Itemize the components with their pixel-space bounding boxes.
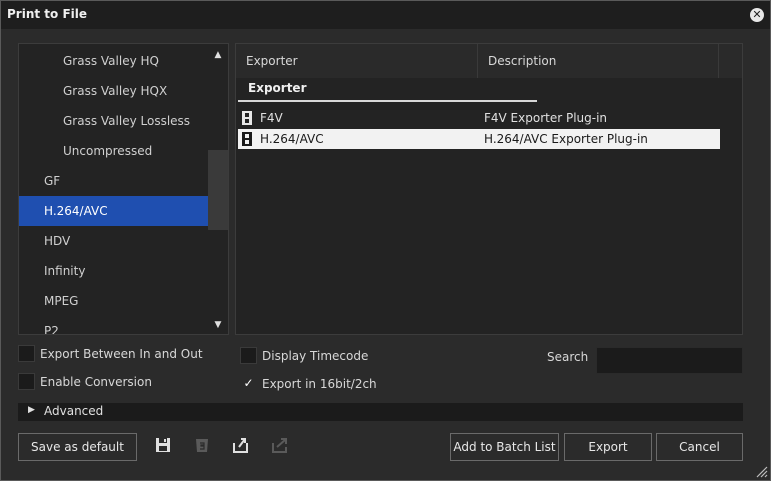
title-bar: Print to File ✕ [1,1,770,29]
exporter-description-cell: F4V Exporter Plug-in [484,111,608,125]
export-16bit-2ch-label: Export in 16bit/2ch [262,377,377,391]
window-title: Print to File [7,7,88,21]
import-preset-icon[interactable] [231,435,251,455]
display-timecode-label: Display Timecode [262,349,369,363]
save-as-default-button[interactable]: Save as default [18,433,137,461]
grid-header: Exporter Description [236,44,742,78]
export-between-in-out-label: Export Between In and Out [40,347,203,361]
column-header-exporter[interactable]: Exporter [236,44,478,78]
advanced-label: Advanced [44,404,104,418]
advanced-expander[interactable]: ▶ Advanced [18,403,743,421]
close-icon[interactable]: ✕ [750,8,764,22]
format-list-item[interactable]: Grass Valley HQ [19,46,208,76]
add-to-batch-list-button[interactable]: Add to Batch List [450,433,559,461]
film-strip-icon [242,132,252,146]
format-list[interactable]: Grass Valley HQ Grass Valley HQX Grass Val… [18,43,229,335]
export-preset-icon [270,435,290,455]
search-label: Search [547,350,589,364]
group-label-exporter: Exporter [248,81,307,95]
cancel-button[interactable]: Cancel [656,433,743,461]
export-between-in-out-checkbox[interactable] [18,345,35,362]
search-input[interactable] [596,347,743,374]
expand-triangle-icon: ▶ [28,405,35,415]
exporter-name-cell: H.264/AVC [260,132,324,146]
format-list-item[interactable]: P2 [19,316,208,334]
delete-preset-icon [192,435,212,455]
resize-grip-icon[interactable] [754,464,768,478]
save-icon[interactable] [153,435,173,455]
format-list-item[interactable]: Grass Valley Lossless [19,106,208,136]
exporter-row[interactable]: H.264/AVC H.264/AVC Exporter Plug-in [238,129,720,149]
enable-conversion-label: Enable Conversion [40,375,152,389]
format-list-item[interactable]: HDV [19,226,208,256]
export-16bit-2ch-checkbox[interactable]: ✓ [240,375,257,392]
format-list-scrollbar[interactable]: ▲ ▼ [208,44,228,334]
exporter-grid: Exporter Description Exporter F4V F4V Exp… [235,43,743,335]
format-list-item[interactable]: Infinity [19,256,208,286]
format-list-item[interactable]: Grass Valley HQX [19,76,208,106]
print-to-file-dialog: Print to File ✕ Grass Valley HQ Grass Val… [0,0,771,481]
scroll-up-icon[interactable]: ▲ [208,46,228,64]
enable-conversion-checkbox[interactable] [18,373,35,390]
film-strip-icon [242,111,252,125]
column-header-description[interactable]: Description [478,44,719,78]
format-list-item[interactable]: GF [19,166,208,196]
exporter-name-cell: F4V [260,111,283,125]
display-timecode-checkbox[interactable] [240,347,257,364]
format-list-item[interactable]: H.264/AVC [19,196,208,226]
group-divider [238,100,537,102]
export-button[interactable]: Export [564,433,652,461]
format-list-item[interactable]: MPEG [19,286,208,316]
scroll-thumb[interactable] [208,150,228,230]
exporter-row[interactable]: F4V F4V Exporter Plug-in [238,108,720,128]
scroll-down-icon[interactable]: ▼ [208,316,228,334]
format-list-item[interactable]: Uncompressed [19,136,208,166]
exporter-description-cell: H.264/AVC Exporter Plug-in [484,132,648,146]
